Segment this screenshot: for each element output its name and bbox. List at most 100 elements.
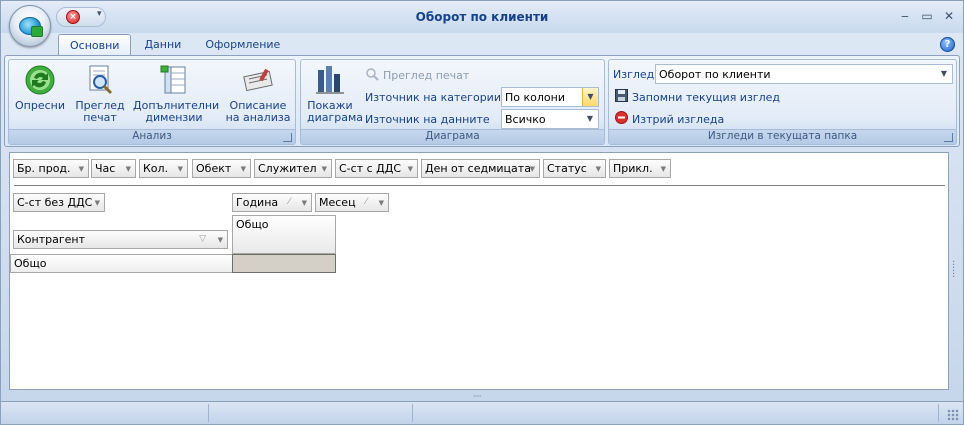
data-source-value: Всичко <box>505 113 546 126</box>
additional-dimensions-button[interactable]: Допълнителни димензии <box>133 64 219 124</box>
group-views-label: Изгледи в текущата папка <box>609 129 956 144</box>
dialog-launcher-icon[interactable] <box>944 133 953 142</box>
delete-view-label: Изтрий изгледа <box>632 112 725 126</box>
vertical-splitter-grip-icon[interactable]: · · · · · · <box>952 258 955 283</box>
app-logo-icon <box>19 17 43 37</box>
status-pane-2 <box>209 404 413 422</box>
data-field-value-without-vat[interactable]: С-ст без ДДС ▼ <box>13 193 105 212</box>
chevron-down-icon: ▼ <box>582 88 598 106</box>
status-bar <box>1 401 963 424</box>
view-dropdown[interactable]: Оборот по клиенти ▼ <box>655 64 953 84</box>
description-label-2: на анализа <box>225 111 291 124</box>
chevron-down-icon[interactable]: ▼ <box>322 165 327 173</box>
chevron-down-icon[interactable]: ▼ <box>661 165 666 173</box>
ribbon: Опресни Преглед печат Допълнителни димен… <box>4 55 960 147</box>
column-field-month[interactable]: Месец ⁄ ▼ <box>315 193 389 212</box>
filter-field-quantity[interactable]: Кол. ▼ <box>139 159 188 178</box>
chevron-down-icon[interactable]: ▼ <box>596 165 601 173</box>
analysis-description-button[interactable]: Описание на анализа <box>225 64 291 124</box>
floppy-disk-icon <box>615 89 628 105</box>
application-menu-button[interactable] <box>9 5 51 47</box>
minimize-button[interactable]: ‒ <box>899 9 911 23</box>
close-button[interactable]: ✕ <box>943 9 955 23</box>
chevron-down-icon[interactable]: ▼ <box>79 165 84 173</box>
filter-field-completed[interactable]: Прикл. ▼ <box>609 159 671 178</box>
tab-basic[interactable]: Основни <box>58 34 132 56</box>
delete-icon <box>615 111 628 127</box>
chevron-down-icon[interactable]: ▼ <box>408 165 413 173</box>
horizontal-splitter[interactable]: ····· <box>1 391 963 401</box>
save-view-button[interactable]: Запомни текущия изглед <box>615 88 780 106</box>
filter-field-hour[interactable]: Час ▼ <box>91 159 136 178</box>
refresh-label-1: Опресни <box>15 99 65 112</box>
print-preview-chart-label: Преглед печат <box>383 68 470 82</box>
field-label: С-ст без ДДС <box>17 196 93 209</box>
filter-field-object[interactable]: Обект ▼ <box>192 159 251 178</box>
filter-icon[interactable]: ▽ <box>199 234 206 244</box>
row-grand-total-header[interactable]: Общо <box>10 254 233 273</box>
field-label: Месец <box>319 196 356 209</box>
resize-grip-icon[interactable] <box>947 409 959 421</box>
grand-total-cell[interactable] <box>232 254 336 273</box>
field-label: Обект <box>196 162 232 175</box>
status-pane-3 <box>413 404 939 422</box>
field-label: Контрагент <box>17 233 86 246</box>
filter-field-employee[interactable]: Служител ▼ <box>254 159 332 178</box>
chevron-down-icon[interactable]: ▼ <box>379 199 384 207</box>
tab-formatting[interactable]: Оформление <box>194 34 291 56</box>
chevron-down-icon[interactable]: ▼ <box>218 236 223 244</box>
save-view-label: Запомни текущия изглед <box>632 90 780 104</box>
field-label: Бр. прод. <box>17 162 71 175</box>
data-source-dropdown[interactable]: Всичко ▼ <box>501 109 599 129</box>
filter-field-status[interactable]: Статус ▼ <box>543 159 606 178</box>
field-label: Прикл. <box>613 162 653 175</box>
sort-icon[interactable]: ⁄ <box>288 197 290 207</box>
ribbon-tabs: Основни Данни Оформление <box>58 34 293 56</box>
refresh-button[interactable]: Опресни <box>15 64 65 112</box>
sort-icon[interactable]: ⁄ <box>365 197 367 207</box>
column-field-year[interactable]: Година ⁄ ▼ <box>232 193 312 212</box>
delete-view-button[interactable]: Изтрий изгледа <box>615 110 724 128</box>
view-value: Оборот по клиенти <box>659 68 771 81</box>
row-total-label: Общо <box>14 257 47 270</box>
help-icon[interactable]: ? <box>940 37 955 52</box>
description-icon <box>242 64 274 96</box>
chevron-down-icon[interactable]: ▼ <box>530 165 535 173</box>
print-preview-button[interactable]: Преглед печат <box>75 64 125 124</box>
chevron-down-icon: ▼ <box>940 69 948 78</box>
print-preview-icon <box>84 64 116 96</box>
chevron-down-icon[interactable]: ▼ <box>126 165 131 173</box>
print-preview-label-2: печат <box>83 111 117 124</box>
group-analysis: Опресни Преглед печат Допълнителни димен… <box>8 59 296 145</box>
print-preview-chart-button[interactable]: Преглед печат <box>365 66 469 84</box>
magnifier-icon <box>365 67 379 84</box>
dimensions-label-2: димензии <box>145 111 203 124</box>
application-window: × ▾ Оборот по клиенти ‒ ▭ ✕ Основни Данн… <box>0 0 964 425</box>
maximize-button[interactable]: ▭ <box>921 9 933 23</box>
field-label: Кол. <box>143 162 169 175</box>
dialog-launcher-icon[interactable] <box>283 133 292 142</box>
show-chart-button[interactable]: Покажи диаграма <box>307 64 364 124</box>
category-source-dropdown[interactable]: По колони ▼ <box>501 87 599 107</box>
column-total-label: Общо <box>236 218 269 231</box>
field-label: Година <box>236 196 279 209</box>
chevron-down-icon[interactable]: ▼ <box>241 165 246 173</box>
field-label: С-ст с ДДС <box>339 162 402 175</box>
filter-field-day-of-week[interactable]: Ден от седмицата ▼ <box>421 159 540 178</box>
chevron-down-icon[interactable]: ▼ <box>178 165 183 173</box>
title-bar: × ▾ Оборот по клиенти ‒ ▭ ✕ <box>1 1 963 33</box>
dimensions-icon <box>158 64 190 96</box>
row-field-counterparty[interactable]: Контрагент ▽ ▼ <box>13 230 228 249</box>
data-source-label: Източник на данните <box>365 112 490 126</box>
column-grand-total-header[interactable]: Общо <box>232 215 336 254</box>
chevron-down-icon[interactable]: ▼ <box>95 199 100 207</box>
tab-data[interactable]: Данни <box>133 34 192 56</box>
show-chart-label-2: диаграма <box>307 111 364 124</box>
field-label: Ден от седмицата <box>425 162 531 175</box>
field-label: Служител <box>258 162 317 175</box>
filter-field-sales-count[interactable]: Бр. прод. ▼ <box>13 159 89 178</box>
filter-field-value-with-vat[interactable]: С-ст с ДДС ▼ <box>335 159 418 178</box>
chevron-down-icon[interactable]: ▼ <box>302 199 307 207</box>
group-analysis-label: Анализ <box>9 129 295 144</box>
category-source-value: По колони <box>505 91 565 104</box>
